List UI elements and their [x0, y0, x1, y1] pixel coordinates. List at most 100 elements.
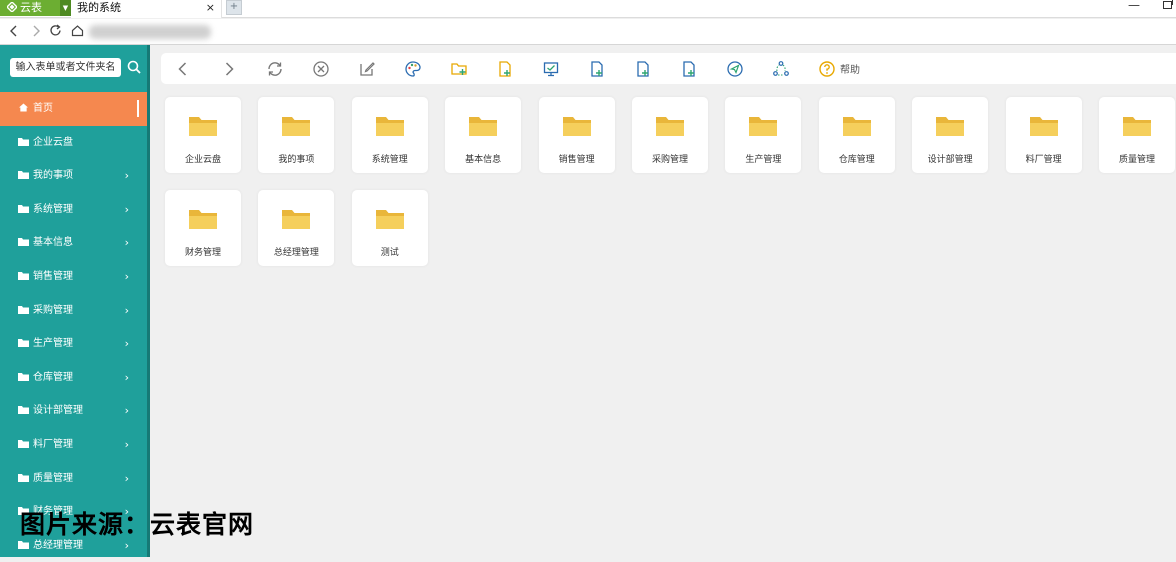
- folder-icon: [18, 540, 29, 549]
- folder-label: 我的事项: [278, 155, 315, 165]
- folder-icon: [375, 210, 404, 229]
- sidebar-item[interactable]: 采购管理 ›: [0, 294, 147, 328]
- share-icon[interactable]: [772, 60, 790, 78]
- folder-label: 设计部管理: [927, 155, 973, 165]
- folder-icon: [656, 117, 684, 136]
- folder-card[interactable]: 仓库管理: [818, 97, 895, 173]
- sidebar-item-label: 系统管理: [33, 203, 73, 215]
- home-icon[interactable]: [71, 24, 84, 37]
- sidebar-item[interactable]: 系统管理 ›: [0, 193, 147, 227]
- sidebar-item[interactable]: 设计部管理 ›: [0, 394, 147, 428]
- folder-card[interactable]: 系统管理: [351, 97, 428, 173]
- refresh-icon[interactable]: [266, 60, 284, 78]
- sidebar-item-label: 采购管理: [33, 304, 73, 316]
- folder-icon: [18, 238, 29, 247]
- forward-icon[interactable]: [220, 60, 238, 78]
- sidebar-item-label: 企业云盘: [33, 136, 73, 148]
- sidebar-item[interactable]: 仓库管理 ›: [0, 361, 147, 395]
- folder-icon: [842, 117, 871, 136]
- chevron-right-icon: ›: [124, 303, 129, 317]
- folder-icon: [18, 137, 29, 146]
- file-add-2-icon[interactable]: [634, 60, 652, 78]
- folder-card[interactable]: 采购管理: [632, 97, 708, 173]
- search-icon[interactable]: [127, 60, 141, 74]
- folder-label: 生产管理: [745, 155, 782, 165]
- window-minimize-icon[interactable]: —: [1128, 0, 1140, 12]
- new-file-icon[interactable]: [496, 60, 514, 78]
- folder-icon: [18, 473, 29, 482]
- folder-card[interactable]: 料厂管理: [1005, 97, 1082, 173]
- folder-card[interactable]: 设计部管理: [912, 97, 989, 173]
- palette-icon[interactable]: [404, 60, 422, 78]
- folder-card[interactable]: 生产管理: [725, 97, 802, 173]
- back-nav-icon[interactable]: [9, 25, 19, 37]
- close-circle-icon[interactable]: [312, 60, 330, 78]
- source-watermark: 图片来源：云表官网: [20, 510, 255, 539]
- monitor-icon[interactable]: [542, 60, 560, 78]
- folder-icon: [282, 117, 311, 136]
- folder-icon: [18, 372, 29, 381]
- help-icon[interactable]: [818, 60, 836, 78]
- new-tab-button[interactable]: +: [226, 0, 242, 15]
- file-add-icon[interactable]: [588, 60, 606, 78]
- folder-label: 基本信息: [465, 155, 502, 165]
- new-folder-icon[interactable]: [450, 60, 468, 78]
- sidebar-item[interactable]: 企业云盘: [0, 126, 147, 160]
- chevron-right-icon: ›: [124, 370, 129, 384]
- app-tab[interactable]: 云表: [0, 0, 60, 16]
- file-add-3-icon[interactable]: [680, 60, 698, 78]
- sidebar-item-label: 仓库管理: [33, 371, 73, 383]
- chevron-right-icon: ›: [124, 236, 129, 250]
- sidebar-item[interactable]: 基本信息 ›: [0, 226, 147, 260]
- sidebar-item[interactable]: 生产管理 ›: [0, 327, 147, 361]
- folder-card[interactable]: 我的事项: [258, 97, 335, 173]
- folder-icon: [18, 406, 29, 415]
- back-icon[interactable]: [174, 60, 192, 78]
- folder-card[interactable]: 基本信息: [445, 97, 522, 173]
- sidebar-search-input[interactable]: 输入表单或者文件夹名: [10, 58, 121, 77]
- chevron-right-icon: ›: [124, 337, 129, 351]
- sidebar-item[interactable]: 料厂管理 ›: [0, 428, 147, 462]
- sidebar-item-label: 设计部管理: [33, 405, 83, 417]
- page-tab[interactable]: 我的系统 ×: [71, 0, 222, 18]
- folder-card[interactable]: 质量管理: [1099, 97, 1175, 173]
- app-menu-arrow-icon[interactable]: ▼: [60, 0, 71, 16]
- sidebar-item-label: 总经理管理: [33, 539, 83, 551]
- folder-card[interactable]: 企业云盘: [165, 97, 241, 173]
- sidebar-item[interactable]: 质量管理 ›: [0, 462, 147, 496]
- edit-icon[interactable]: [358, 60, 376, 78]
- chevron-right-icon: ›: [124, 269, 129, 283]
- sidebar-item[interactable]: 首页: [0, 92, 147, 126]
- folder-icon: [562, 117, 591, 136]
- folder-card[interactable]: 销售管理: [538, 97, 615, 173]
- send-icon[interactable]: [726, 60, 744, 78]
- app-tab-label: 云表: [20, 1, 42, 14]
- folder-card[interactable]: 测试: [351, 190, 428, 266]
- sidebar-item-label: 料厂管理: [33, 438, 73, 450]
- reload-icon[interactable]: [49, 24, 62, 37]
- folder-icon: [282, 210, 311, 229]
- folder-card[interactable]: 总经理管理: [258, 190, 335, 266]
- forward-nav-icon[interactable]: [31, 25, 41, 37]
- page-tab-label: 我的系统: [77, 1, 121, 14]
- folder-icon: [18, 439, 29, 448]
- sidebar-item-label: 基本信息: [33, 237, 73, 249]
- home-icon: [19, 103, 28, 112]
- folder-icon: [18, 305, 29, 314]
- folder-label: 总经理管理: [273, 248, 319, 258]
- url-field-blurred[interactable]: [89, 25, 211, 39]
- folder-card[interactable]: 财务管理: [165, 190, 241, 266]
- folder-icon: [189, 117, 217, 136]
- tab-close-icon[interactable]: ×: [206, 0, 215, 15]
- sidebar-item[interactable]: 销售管理 ›: [0, 260, 147, 294]
- chevron-right-icon: ›: [124, 471, 129, 485]
- browser-tab-bar: 云表 ▼ 我的系统 × + —: [0, 0, 1176, 18]
- help-label[interactable]: 帮助: [840, 61, 860, 76]
- sidebar-item-label: 首页: [33, 103, 53, 114]
- window-restore-icon[interactable]: [1163, 0, 1173, 9]
- folder-icon: [1029, 117, 1058, 136]
- folder-label: 系统管理: [371, 155, 408, 165]
- sidebar-item[interactable]: 我的事项 ›: [0, 159, 147, 193]
- active-marker: [137, 100, 139, 117]
- toolbar: 帮助: [161, 53, 1176, 84]
